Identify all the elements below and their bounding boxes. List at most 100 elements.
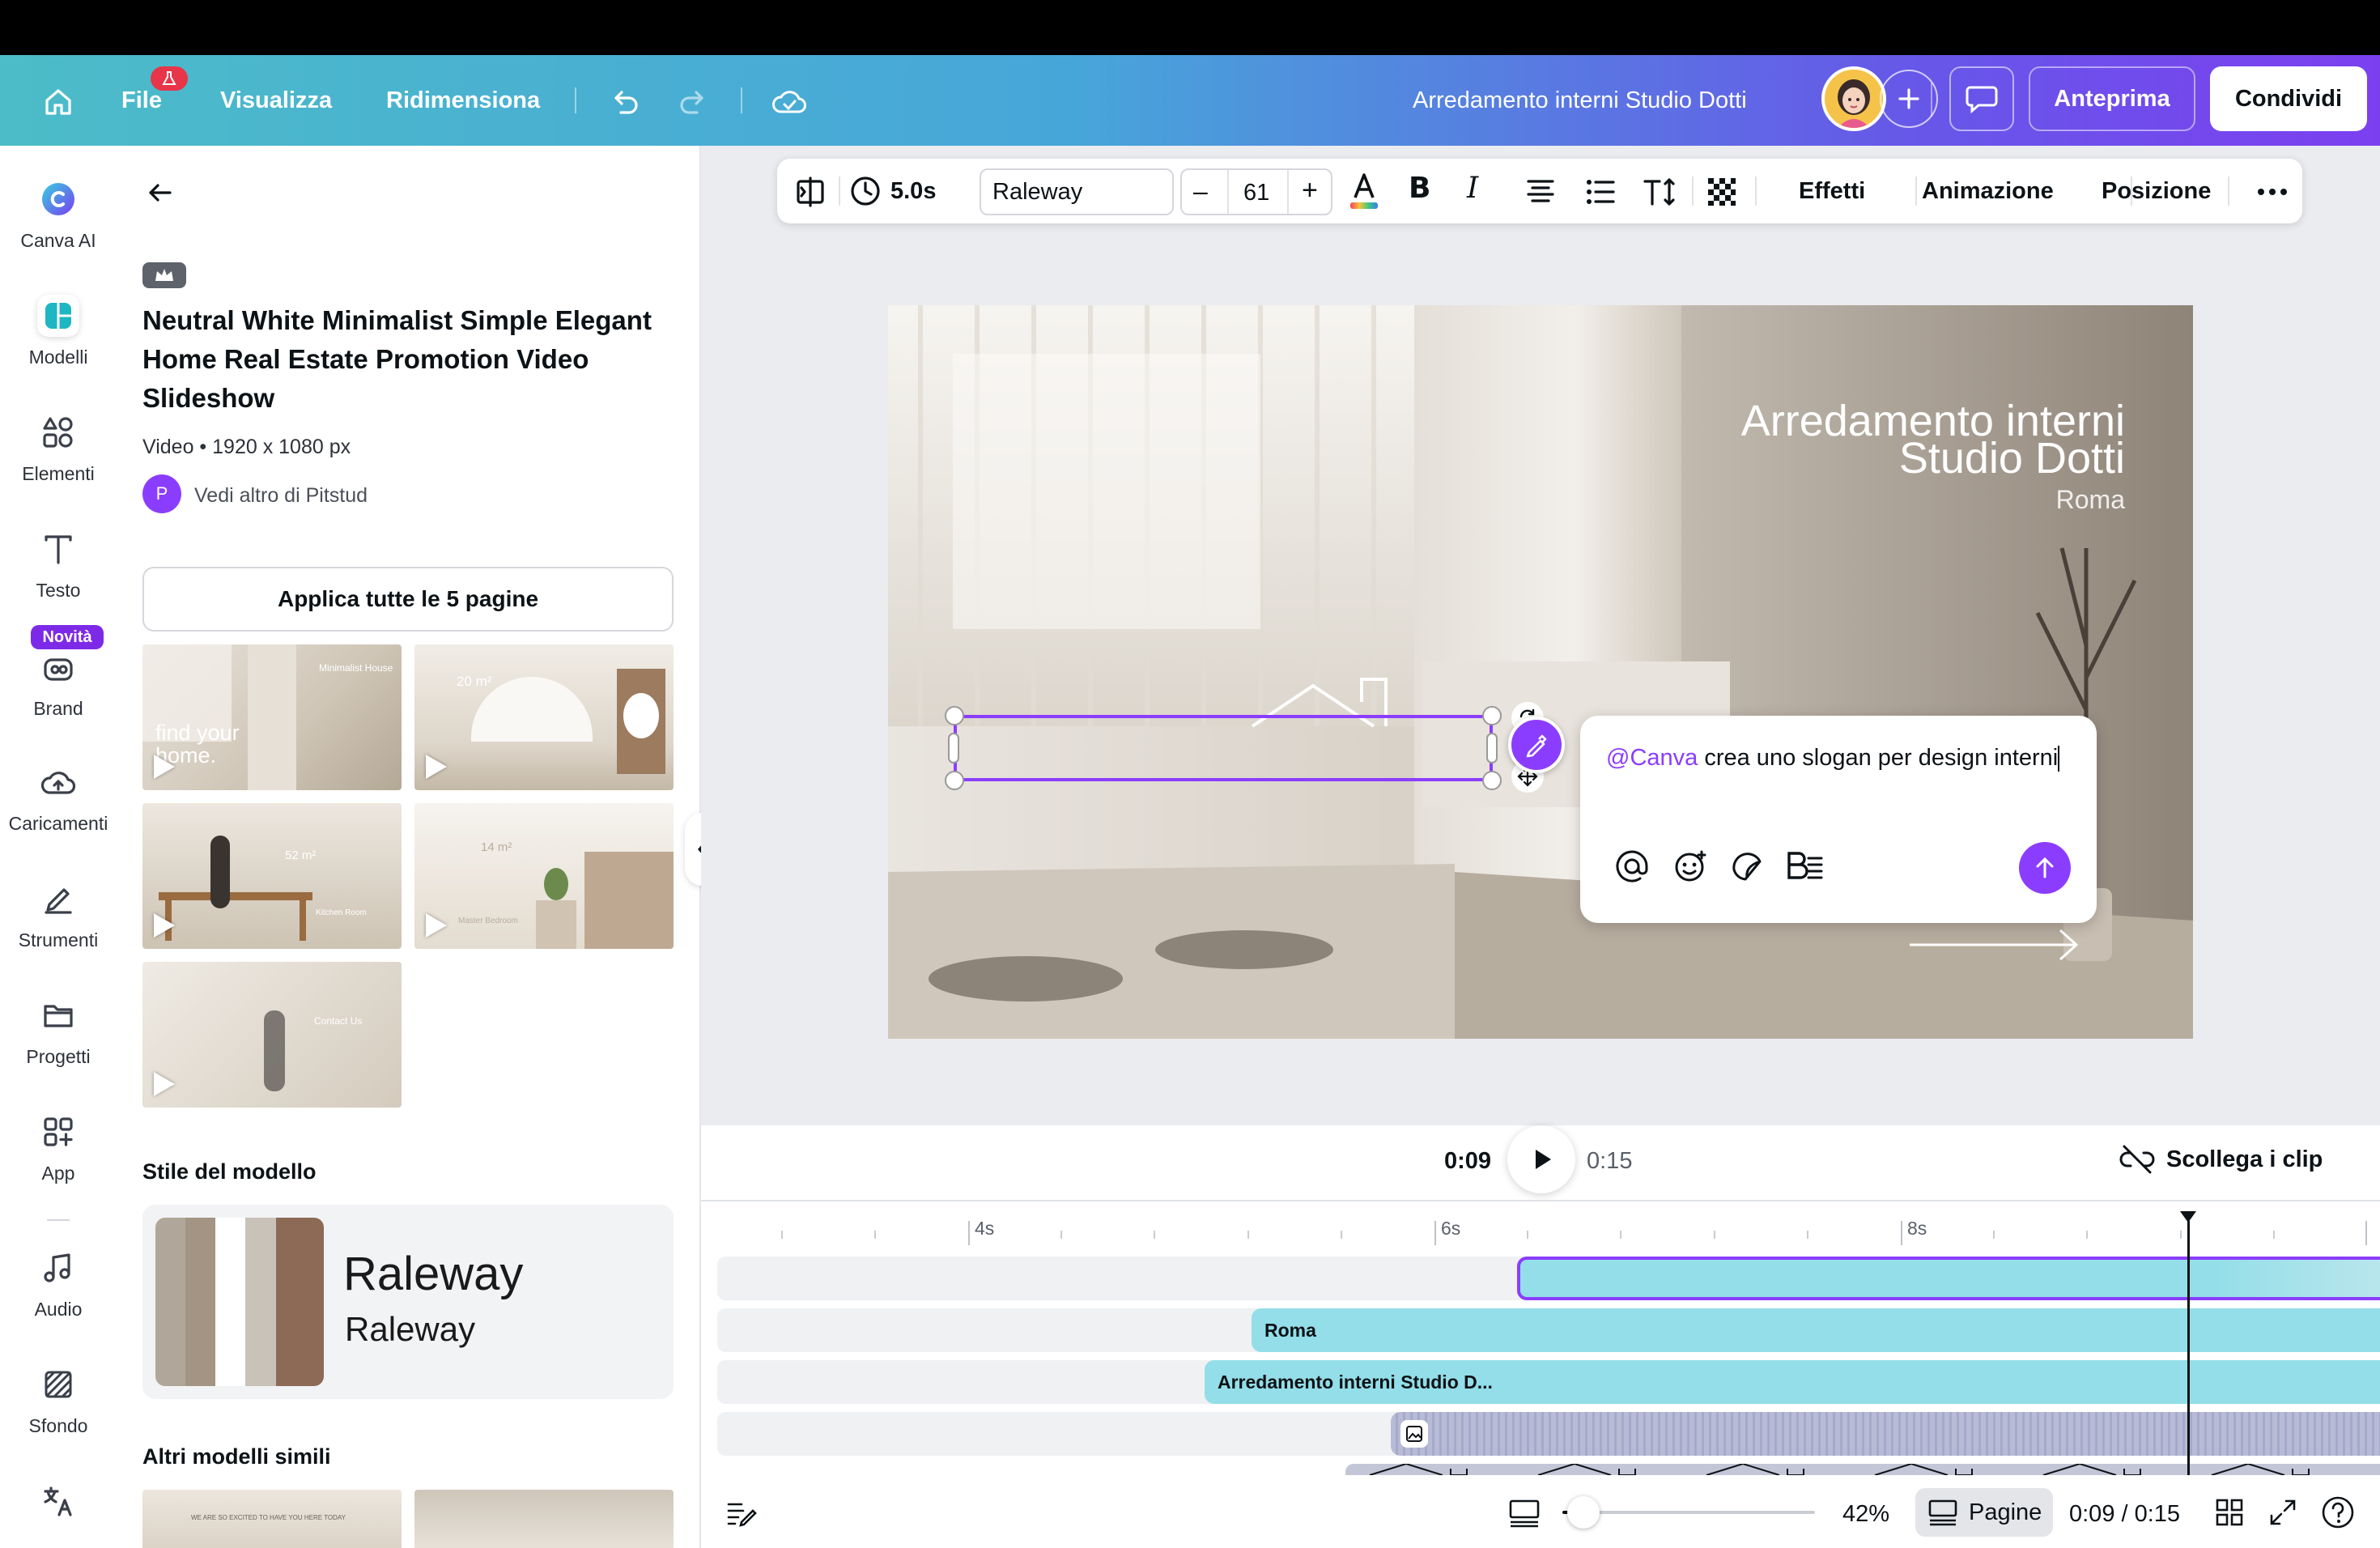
- share-button[interactable]: Condividi: [2210, 66, 2367, 131]
- zoom-slider-track[interactable]: [1562, 1511, 1815, 1514]
- resize-handle[interactable]: [1482, 706, 1502, 725]
- unlink-clips-button[interactable]: Scollega i clip: [2119, 1142, 2323, 1177]
- arrow-left-icon: [149, 184, 172, 202]
- position-button[interactable]: Posizione: [2102, 178, 2211, 205]
- redo-button[interactable]: [674, 83, 712, 121]
- animation-button[interactable]: Animazione: [1922, 178, 2054, 205]
- add-collaborator-button[interactable]: [1880, 70, 1938, 128]
- home-button[interactable]: [39, 83, 78, 121]
- prompt-input[interactable]: @Canva crea uno slogan per design intern…: [1606, 745, 2060, 772]
- play-button[interactable]: [1507, 1125, 1575, 1193]
- thumb-text: 14 m²: [481, 840, 512, 854]
- style-heading: Stile del modello: [142, 1159, 317, 1184]
- more-options-button[interactable]: [2254, 180, 2291, 204]
- template-page-thumbnail[interactable]: find your home. Minimalist House: [142, 644, 402, 790]
- cloud-save-status[interactable]: [769, 83, 810, 121]
- divider: [839, 176, 840, 206]
- bold-button[interactable]: B: [1409, 172, 1430, 205]
- text-toolbar: 5.0s Raleway – 61 + B I Effetti Animazio…: [777, 159, 2302, 223]
- rail-item-audio[interactable]: Audio: [0, 1247, 117, 1320]
- comments-button[interactable]: [1949, 66, 2014, 131]
- apply-all-pages-button[interactable]: Applica tutte le 5 pagine: [142, 567, 674, 632]
- image-clip[interactable]: [1391, 1412, 2380, 1456]
- effects-button[interactable]: Effetti: [1799, 178, 1865, 205]
- mention-button[interactable]: [1614, 848, 1650, 884]
- resize-menu[interactable]: Ridimensiona: [386, 89, 540, 113]
- page-view-toggle[interactable]: [1507, 1498, 1541, 1529]
- playhead-line[interactable]: [2187, 1221, 2190, 1475]
- rail-item-strumenti[interactable]: Strumenti: [0, 878, 117, 951]
- side-handle[interactable]: [1486, 733, 1498, 763]
- slide-title-line2[interactable]: Studio Dotti: [1536, 436, 2125, 480]
- template-style-card[interactable]: Raleway Raleway: [142, 1205, 674, 1399]
- italic-button[interactable]: I: [1467, 172, 1478, 205]
- list-button[interactable]: [1583, 175, 1617, 209]
- spacing-button[interactable]: [1642, 175, 1677, 209]
- preview-button[interactable]: Anteprima: [2029, 66, 2195, 131]
- side-handle[interactable]: [948, 733, 959, 763]
- author-link[interactable]: Vedi altro di Pitstud: [194, 484, 368, 508]
- similar-template-thumbnail[interactable]: WE ARE SO EXCITED TO HAVE YOU HERE TODAY: [142, 1490, 402, 1548]
- rail-item-canva-ai[interactable]: Canva AI: [0, 178, 117, 252]
- increase-size-button[interactable]: +: [1302, 175, 1318, 206]
- sticker-button[interactable]: [1729, 848, 1765, 884]
- transparency-button[interactable]: [1705, 175, 1739, 209]
- timing-button[interactable]: 5.0s: [848, 173, 936, 209]
- brand-voice-button[interactable]: [1786, 848, 1825, 884]
- send-prompt-button[interactable]: [2019, 842, 2071, 894]
- window-top-strip: [0, 0, 2380, 55]
- help-button[interactable]: [2320, 1495, 2356, 1530]
- rail-item-brand[interactable]: Brand: [0, 646, 117, 720]
- template-page-thumbnail[interactable]: 14 m² Master Bedroom: [414, 803, 674, 949]
- resize-handle[interactable]: [1482, 771, 1502, 790]
- rail-item-translate[interactable]: [0, 1480, 117, 1522]
- rail-item-sfondo[interactable]: Sfondo: [0, 1363, 117, 1437]
- selected-text-clip[interactable]: [1517, 1257, 2380, 1300]
- back-button[interactable]: [141, 173, 180, 212]
- undo-button[interactable]: [606, 83, 644, 121]
- resize-handle[interactable]: [945, 706, 964, 725]
- similar-template-thumbnail[interactable]: [414, 1490, 674, 1548]
- text-color-button[interactable]: [1345, 170, 1383, 212]
- view-menu[interactable]: Visualizza: [220, 89, 332, 113]
- template-page-thumbnail[interactable]: 20 m²: [414, 644, 674, 790]
- align-center-icon: [1527, 180, 1554, 202]
- rail-divider: [47, 1219, 70, 1221]
- emoji-button[interactable]: [1672, 848, 1708, 884]
- apps-icon: [37, 1111, 79, 1153]
- grid-view-button[interactable]: [2213, 1496, 2246, 1529]
- user-avatar[interactable]: [1821, 66, 1886, 131]
- template-page-thumbnail[interactable]: Contact Us: [142, 962, 402, 1108]
- timeline-panel: 0:09 0:15 Scollega i clip 4s 6s 8s Roma …: [701, 1125, 2380, 1475]
- zoom-value[interactable]: 42%: [1842, 1501, 1889, 1528]
- rail-item-modelli[interactable]: Modelli: [0, 295, 117, 368]
- notes-button[interactable]: [725, 1496, 758, 1529]
- bold-list-icon: [1787, 852, 1823, 879]
- zoom-slider-thumb[interactable]: [1567, 1496, 1600, 1529]
- file-menu[interactable]: File: [121, 89, 162, 113]
- text-clip-title[interactable]: Arredamento interni Studio D...: [1205, 1360, 2380, 1404]
- decrease-size-button[interactable]: –: [1193, 176, 1208, 206]
- flip-button[interactable]: [793, 175, 827, 209]
- selected-text-box[interactable]: [954, 715, 1493, 781]
- grid-icon: [2216, 1499, 2243, 1526]
- shape-clip[interactable]: [1345, 1464, 2380, 1475]
- slide-subtitle[interactable]: Roma: [1536, 485, 2125, 515]
- fullscreen-button[interactable]: [2267, 1496, 2299, 1529]
- rail-item-elementi[interactable]: Elementi: [0, 411, 117, 485]
- design-slide[interactable]: Arredamento interni Studio Dotti Roma: [888, 305, 2193, 1039]
- rail-item-progetti[interactable]: Progetti: [0, 994, 117, 1068]
- document-title[interactable]: Arredamento interni Studio Dotti: [1413, 89, 1747, 113]
- text-clip-roma[interactable]: Roma: [1252, 1308, 2380, 1352]
- magic-write-button[interactable]: [1508, 717, 1565, 773]
- pages-button[interactable]: Pagine: [1915, 1488, 2053, 1537]
- align-button[interactable]: [1524, 175, 1558, 209]
- resize-handle[interactable]: [945, 771, 964, 790]
- font-family-dropdown[interactable]: Raleway: [980, 168, 1174, 215]
- rail-item-caricamenti[interactable]: Caricamenti: [0, 761, 117, 835]
- rail-item-testo[interactable]: Testo: [0, 528, 117, 602]
- font-size-value[interactable]: 61: [1243, 180, 1269, 206]
- template-page-thumbnail[interactable]: 52 m² Kitchen Room: [142, 803, 402, 949]
- rail-item-app[interactable]: App: [0, 1111, 117, 1184]
- thumb-small-text: Minimalist House: [319, 662, 393, 674]
